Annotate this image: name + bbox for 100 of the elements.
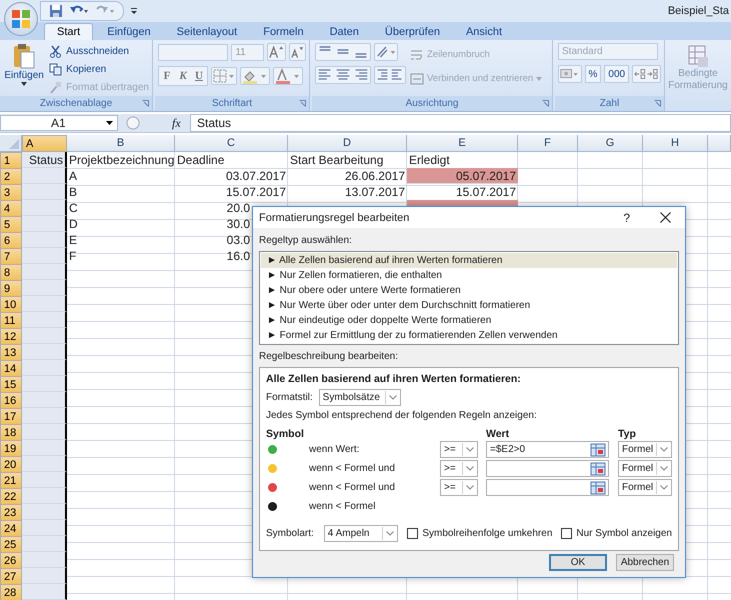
align-icon[interactable] [315, 66, 371, 84]
dialog-launcher-icon[interactable] [142, 100, 149, 107]
checkbox[interactable] [407, 528, 418, 539]
row-header[interactable]: 9 [0, 280, 22, 297]
column-header[interactable]: C [175, 135, 288, 152]
row-header[interactable]: 11 [0, 312, 22, 329]
font-color-icon[interactable] [273, 67, 303, 85]
row-header[interactable]: 1 [0, 152, 22, 169]
rule-type-item[interactable]: ► Nur obere oder untere Werte formatieren [261, 283, 677, 298]
circle-icon[interactable] [126, 116, 140, 130]
shrink-font-icon[interactable] [288, 43, 306, 61]
value-input[interactable] [486, 479, 609, 496]
decimal-icon[interactable] [632, 65, 661, 83]
checkbox[interactable] [561, 528, 572, 539]
row-header[interactable]: 22 [0, 488, 22, 505]
border-icon[interactable] [211, 67, 237, 85]
rule-type-item[interactable]: ► Formel zur Ermittlung der zu formatierenden Zellen verwenden [261, 328, 677, 343]
row-header[interactable]: 23 [0, 504, 22, 521]
office-button[interactable] [4, 2, 38, 36]
type-dropdown[interactable]: Formel [618, 460, 672, 477]
row-header[interactable]: 17 [0, 408, 22, 425]
rule-type-item[interactable]: ► Nur Werte über oder unter dem Durchschnitt formatieren [261, 298, 677, 313]
indent-icon[interactable] [374, 66, 406, 84]
row-header[interactable]: 10 [0, 296, 22, 313]
column-header[interactable]: E [407, 135, 518, 152]
row-header[interactable]: 6 [0, 232, 22, 249]
value-input[interactable]: =$E2>0 [486, 441, 609, 458]
clipboard-button[interactable]: Kopieren [49, 61, 149, 78]
fill-color-icon[interactable] [240, 67, 270, 85]
ribbon-tab[interactable]: Seitenlayout [164, 23, 250, 40]
close-icon[interactable] [660, 212, 671, 223]
ribbon-tab[interactable]: Ansicht [454, 23, 514, 40]
row-header[interactable]: 4 [0, 200, 22, 217]
rule-type-item[interactable]: ► Nur Zellen formatieren, die enthalten [261, 268, 677, 283]
column-header[interactable]: H [643, 135, 708, 152]
dialog-button[interactable]: OK [549, 554, 607, 571]
dialog-launcher-icon[interactable] [542, 100, 549, 107]
checkbox-label[interactable]: Symbolreihenfolge umkehren [422, 528, 552, 539]
percent-button[interactable]: % [584, 65, 602, 83]
dialog-launcher-icon[interactable] [299, 100, 306, 107]
column-header[interactable]: B [67, 135, 175, 152]
ribbon-tab[interactable]: Start [44, 23, 94, 40]
paste-button[interactable]: Einfügen [3, 43, 46, 96]
row-header[interactable]: 13 [0, 344, 22, 361]
dialog-button[interactable]: Abbrechen [616, 554, 674, 571]
row-header[interactable]: 8 [0, 264, 22, 281]
row-header[interactable]: 26 [0, 552, 22, 569]
ribbon-tab[interactable]: Daten [318, 23, 371, 40]
row-header[interactable]: 3 [0, 184, 22, 201]
row-header[interactable]: 28 [0, 584, 22, 600]
rule-type-item[interactable]: ► Alle Zellen basierend auf ihren Werten formatieren [261, 253, 677, 268]
grow-font-icon[interactable] [266, 43, 286, 61]
row-header[interactable]: 21 [0, 472, 22, 489]
column-header[interactable]: G [578, 135, 643, 152]
dialog-launcher-icon[interactable] [654, 100, 661, 107]
column-header[interactable] [708, 135, 731, 152]
ribbon-tab[interactable]: Einfügen [95, 23, 163, 40]
row-header[interactable]: 12 [0, 328, 22, 345]
row-header[interactable]: 15 [0, 376, 22, 393]
insert-function-button[interactable]: fx [172, 116, 190, 130]
range-picker-icon[interactable] [590, 480, 606, 494]
font-style-button[interactable]: F [159, 68, 175, 84]
rule-type-item[interactable]: ► Nur eindeutige oder doppelte Werte formatieren [261, 313, 677, 328]
operator-dropdown[interactable]: >= [440, 460, 478, 477]
type-dropdown[interactable]: Formel [618, 479, 672, 496]
row-header[interactable]: 25 [0, 536, 22, 553]
type-dropdown[interactable]: Formel [618, 441, 672, 458]
operator-dropdown[interactable]: >= [440, 479, 478, 496]
column-header[interactable]: F [518, 135, 578, 152]
row-header[interactable]: 20 [0, 456, 22, 473]
text-orientation-icon[interactable] [374, 43, 398, 61]
row-header[interactable]: 24 [0, 520, 22, 537]
font-style-button[interactable]: K [175, 68, 191, 84]
save-icon[interactable] [49, 4, 63, 18]
checkbox-label[interactable]: Nur Symbol anzeigen [576, 528, 672, 539]
help-button[interactable]: ? [623, 210, 630, 224]
row-header[interactable]: 27 [0, 568, 22, 585]
font-style-button[interactable]: U [191, 68, 207, 84]
customize-caret-icon[interactable] [130, 7, 138, 15]
row-header[interactable]: 16 [0, 392, 22, 409]
clipboard-button[interactable]: Ausschneiden [49, 43, 149, 60]
row-header[interactable]: 19 [0, 440, 22, 457]
row-header[interactable]: 7 [0, 248, 22, 265]
currency-icon[interactable] [558, 65, 582, 83]
row-header[interactable]: 2 [0, 168, 22, 185]
format-style-dropdown[interactable]: Symbolsätze [318, 389, 401, 406]
icon-style-dropdown[interactable]: 4 Ampeln [324, 525, 398, 542]
operator-dropdown[interactable]: >= [440, 441, 478, 458]
value-input[interactable] [486, 460, 609, 477]
vertical-align-icon[interactable] [315, 43, 371, 61]
row-header[interactable]: 18 [0, 424, 22, 441]
ribbon-tab[interactable]: Formeln [251, 23, 316, 40]
ribbon-tab[interactable]: Überprüfen [372, 23, 452, 40]
column-header[interactable]: D [288, 135, 407, 152]
formula-field[interactable]: Status [190, 114, 731, 132]
thousands-button[interactable]: 000 [604, 65, 630, 83]
column-header[interactable]: A [22, 135, 67, 152]
row-header[interactable]: 14 [0, 360, 22, 377]
row-header[interactable]: 5 [0, 216, 22, 233]
range-picker-icon[interactable] [590, 442, 606, 456]
